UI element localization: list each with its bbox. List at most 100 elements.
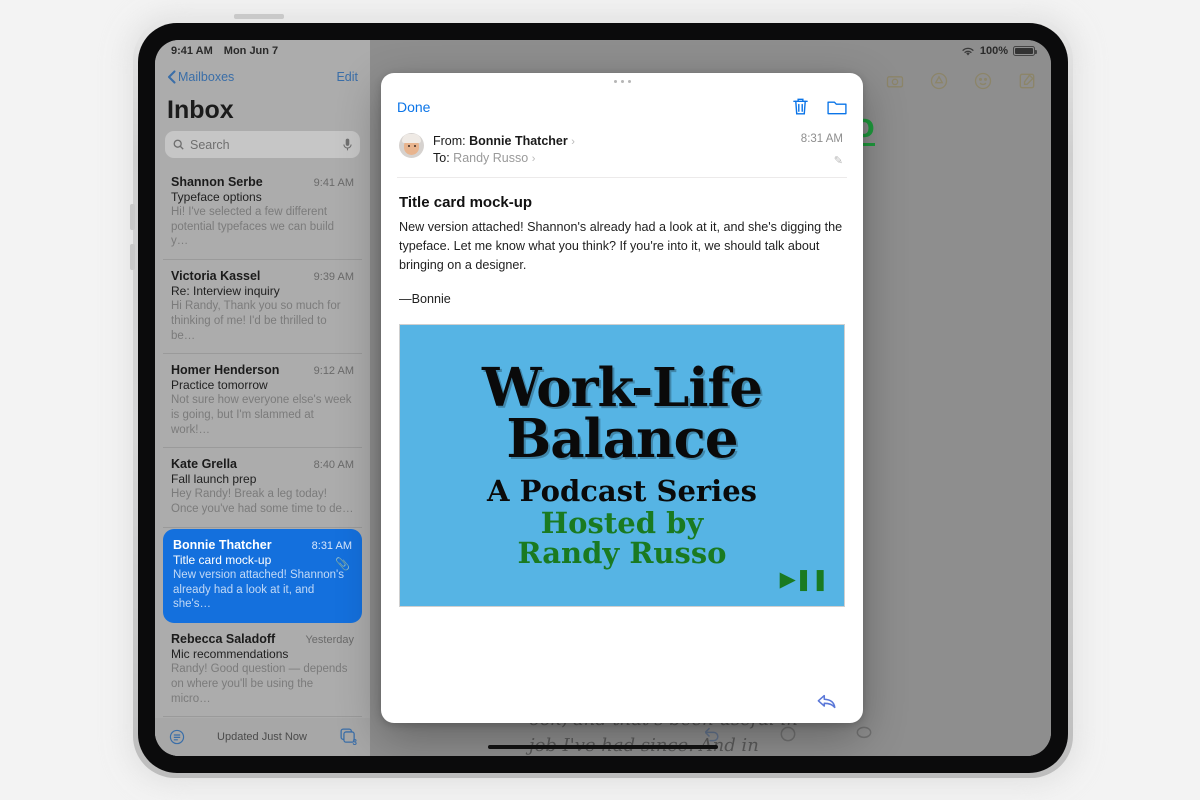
- mail-row-top: Shannon Serbe 9:41 AM: [171, 175, 354, 189]
- markup-icon[interactable]: [929, 71, 949, 91]
- mail-list-item[interactable]: Darcy MooreYesterdayRe: Paid promotionsH…: [163, 717, 362, 718]
- reply-arrow-icon[interactable]: [817, 693, 837, 710]
- undo-icon[interactable]: [702, 724, 722, 744]
- mail-subject: Fall launch prep: [171, 472, 257, 487]
- to-name: Randy Russo: [453, 150, 529, 165]
- mail-sender: Rebecca Saladoff: [171, 632, 276, 647]
- home-indicator[interactable]: [488, 745, 718, 749]
- emoji-icon[interactable]: [973, 71, 993, 91]
- pencil-icon[interactable]: ✎: [801, 154, 843, 167]
- mail-time: 9:39 AM: [313, 271, 354, 284]
- podcast-title-line1: Work-Life: [482, 357, 763, 420]
- mail-sender: Shannon Serbe: [171, 175, 263, 189]
- mail-preview: Hey Randy! Break a leg today! Once you'v…: [171, 488, 354, 516]
- volume-button-2[interactable]: [130, 244, 135, 270]
- from-name: Bonnie Thatcher: [469, 134, 568, 148]
- mail-sender: Kate Grella: [171, 457, 238, 472]
- email-signature: —Bonnie: [399, 292, 451, 307]
- folder-icon[interactable]: [827, 98, 847, 116]
- mail-list[interactable]: Shannon Serbe 9:41 AM Typeface options Hi! …: [155, 166, 370, 718]
- edit-button[interactable]: Edit: [336, 70, 358, 84]
- mail-time: 9:12 AM: [313, 365, 354, 378]
- search-input[interactable]: Search: [165, 131, 360, 158]
- mail-row-top: Bonnie Thatcher 8:31 AM: [173, 538, 352, 552]
- badge-count: 3: [352, 738, 357, 747]
- mail-preview: Hi Randy, Thank you so much for thinking…: [171, 300, 341, 342]
- mail-subject: Practice tomorrow: [171, 378, 268, 393]
- email-subject: Title card mock-up: [399, 194, 533, 211]
- status-bar: 9:41 AM Mon Jun 7 100%: [155, 40, 1051, 62]
- modal-body: From: Bonnie Thatcher › To: Randy Russo …: [381, 123, 863, 679]
- screenshot-root: CE WITH RANDY RUSSO ANDREA FORINO transi: [0, 0, 1200, 800]
- sidebar-footer: Updated Just Now 3: [155, 718, 370, 756]
- filter-icon[interactable]: [169, 729, 185, 745]
- wifi-icon: [962, 47, 974, 55]
- mail-time: Yesterday: [305, 634, 354, 647]
- mail-detail-modal: Done From: Bonnie Thatcher › To: Randy R…: [381, 73, 863, 723]
- mail-time: 9:41 AM: [313, 177, 354, 189]
- status-time: 9:41 AM: [171, 45, 213, 57]
- email-header-text: From: Bonnie Thatcher › To: Randy Russo …: [433, 133, 792, 167]
- modal-actions: [792, 97, 847, 116]
- email-time: 8:31 AM: [800, 133, 843, 145]
- trash-icon[interactable]: [792, 97, 809, 116]
- page-title: Inbox: [167, 96, 234, 124]
- status-bar-left: 9:41 AM Mon Jun 7: [171, 45, 278, 57]
- email-header-right: 8:31 AM ✎: [801, 133, 843, 167]
- search-icon: [173, 139, 184, 150]
- mail-time: 8:31 AM: [311, 539, 352, 552]
- from-label: From:: [433, 134, 466, 148]
- avatar[interactable]: [399, 133, 424, 158]
- sidebar-nav: Mailboxes Edit: [155, 62, 370, 92]
- to-label: To:: [433, 150, 450, 165]
- search-placeholder: Search: [190, 137, 230, 152]
- mailboxes-label: Mailboxes: [178, 70, 235, 84]
- paperclip-icon: 📎: [335, 556, 350, 571]
- battery-percent: 100%: [979, 45, 1008, 57]
- mail-subject: Re: Interview inquiry: [171, 284, 280, 299]
- shapes-icon[interactable]: [778, 724, 798, 744]
- status-date: Mon Jun 7: [223, 45, 279, 57]
- modal-footer: [381, 679, 863, 723]
- device-screen: CE WITH RANDY RUSSO ANDREA FORINO transi: [155, 40, 1051, 756]
- mail-preview: Not sure how everyone else's week is goi…: [171, 394, 352, 436]
- mail-list-item[interactable]: Victoria Kassel 9:39 AM Re: Interview inqu…: [163, 260, 362, 355]
- mail-preview: Randy! Good question — depends on where …: [171, 663, 348, 705]
- modal-toolbar: Done: [381, 90, 863, 123]
- mail-row-top: Victoria Kassel 9:39 AM: [171, 269, 354, 283]
- from-line[interactable]: From: Bonnie Thatcher ›: [433, 133, 792, 150]
- mail-row-top: Rebecca Saladoff Yesterday: [171, 632, 354, 646]
- chevron-right-icon: ›: [571, 136, 575, 148]
- mail-list-item[interactable]: Bonnie Thatcher 8:31 AM Title card mock-up…: [163, 528, 362, 624]
- grabber-dots-icon[interactable]: [381, 73, 863, 90]
- mail-list-item[interactable]: Kate Grella 8:40 AM Fall launch prep Hey Ra…: [163, 448, 362, 528]
- mail-preview: Hi! I've selected a few different potent…: [171, 206, 335, 248]
- compose-stack-button[interactable]: 3: [339, 727, 357, 747]
- mail-row-top: Homer Henderson 9:12 AM: [171, 363, 354, 377]
- new-note-icon[interactable]: [1017, 71, 1037, 91]
- mail-subject: Title card mock-up: [173, 552, 272, 567]
- chevron-left-icon: [167, 70, 176, 84]
- mail-sender: Victoria Kassel: [171, 269, 261, 284]
- mail-list-item[interactable]: Rebecca Saladoff Yesterday Mic recommendat…: [163, 623, 362, 718]
- camera-icon[interactable]: [885, 71, 905, 91]
- mail-row-top: Kate Grella 8:40 AM: [171, 457, 354, 471]
- status-bar-right: 100%: [961, 45, 1037, 57]
- to-line[interactable]: To: Randy Russo ›: [433, 150, 792, 167]
- mail-list-item[interactable]: Homer Henderson 9:12 AM Practice tomorrow N…: [163, 354, 362, 449]
- lasso-icon[interactable]: [854, 724, 874, 744]
- power-button[interactable]: [234, 14, 284, 19]
- chevron-right-icon-2: ›: [531, 152, 536, 165]
- volume-button[interactable]: [130, 204, 135, 230]
- attachment-podcast-card[interactable]: Work-Life Balance A Podcast Series Hoste…: [399, 324, 845, 608]
- mail-sender: Bonnie Thatcher: [173, 537, 272, 552]
- mailboxes-back-button[interactable]: Mailboxes: [167, 70, 234, 84]
- mail-subject: Typeface options: [171, 190, 262, 204]
- done-button[interactable]: Done: [397, 99, 430, 115]
- email-header: From: Bonnie Thatcher › To: Randy Russo …: [397, 123, 847, 178]
- mail-list-item[interactable]: Shannon Serbe 9:41 AM Typeface options Hi! …: [163, 166, 362, 261]
- battery-icon: [1013, 46, 1037, 56]
- play-pause-icon[interactable]: ▶❚❚: [780, 567, 829, 592]
- microphone-icon[interactable]: [343, 138, 352, 151]
- mail-preview: New version attached! Shannon's already …: [173, 568, 344, 611]
